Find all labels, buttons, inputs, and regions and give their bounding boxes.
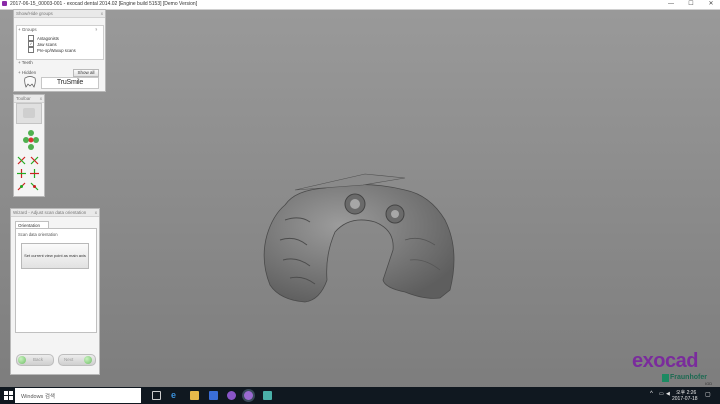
view-back-icon[interactable] (29, 155, 40, 166)
fraunhofer-sub: IGD (705, 381, 713, 386)
edge-icon[interactable]: e (171, 391, 180, 400)
view-right-icon[interactable] (29, 168, 40, 179)
teeth-expander[interactable]: + Teeth (18, 60, 33, 65)
app-icon-teal[interactable] (263, 391, 272, 400)
groups-panel-title: Show/Hide groups (14, 10, 105, 18)
exocad-active-icon[interactable] (244, 391, 253, 400)
hidden-expander[interactable]: + Hidden (18, 70, 36, 75)
file-explorer-icon[interactable] (190, 391, 199, 400)
next-button[interactable]: Next (58, 354, 96, 366)
wizard-close[interactable]: x (95, 210, 97, 215)
set-main-axis-button[interactable]: Set current view point as main axis (21, 243, 89, 269)
scan-orientation-label: Scan data orientation (18, 232, 58, 237)
title-bar: 2017-06-15_00003-001 - exocad dental 201… (0, 0, 720, 10)
volume-icon[interactable]: ◀ (666, 391, 670, 397)
back-arrow-icon (18, 356, 26, 364)
jaw-scan-3d-view[interactable] (255, 160, 470, 305)
tooth-icon[interactable] (23, 76, 37, 88)
view-front-icon[interactable] (16, 155, 27, 166)
clock-date[interactable]: 2017-07-18 (672, 396, 698, 402)
window-title: 2017-06-15_00003-001 - exocad dental 201… (10, 1, 198, 7)
exocad-app-icon[interactable] (227, 391, 236, 400)
task-view-icon[interactable] (152, 391, 161, 400)
minimize-button[interactable]: — (664, 0, 678, 8)
next-arrow-icon (84, 356, 92, 364)
trusmile-button[interactable]: TruSmile (41, 77, 99, 89)
app-icon (2, 1, 7, 6)
view-left-icon[interactable] (16, 168, 27, 179)
help-button[interactable]: ? (95, 27, 97, 32)
windows-start-icon[interactable] (4, 391, 13, 400)
tray-arrow-icon[interactable]: ^ (650, 391, 653, 397)
close-button[interactable]: ✕ (704, 0, 718, 8)
view-bottom-icon[interactable] (29, 181, 40, 192)
groups-panel-close[interactable]: x (101, 11, 103, 16)
toolbar-close[interactable]: x (40, 96, 42, 101)
store-icon[interactable] (209, 391, 218, 400)
fraunhofer-icon (662, 374, 669, 382)
network-icon[interactable]: ▭ (659, 391, 664, 397)
taskbar: Windows 검색 e ^ ▭ ◀ 오후 2:26 2017-07-18 ▢ (0, 387, 720, 404)
groups-expander[interactable]: + Groups (18, 27, 37, 32)
rotate-icon[interactable] (23, 127, 39, 153)
group-item-preop-scans[interactable]: Pre-op/Waxup scans (28, 47, 76, 53)
wizard-title: Wizard - Adjust scan data orientation (11, 209, 99, 217)
checkbox-preop-scans[interactable] (28, 47, 34, 53)
back-button[interactable]: Back (16, 354, 54, 366)
move-icon[interactable] (16, 103, 42, 124)
exocad-logo: exocad (632, 350, 698, 372)
show-all-button[interactable]: Show all (73, 69, 99, 77)
clock-time[interactable]: 오후 2:26 (676, 389, 696, 396)
fraunhofer-logo: Fraunhofer (670, 374, 707, 381)
maximize-button[interactable]: ☐ (684, 0, 698, 8)
notification-icon[interactable]: ▢ (705, 391, 711, 398)
view-top-icon[interactable] (16, 181, 27, 192)
taskbar-search[interactable]: Windows 검색 (15, 388, 141, 403)
